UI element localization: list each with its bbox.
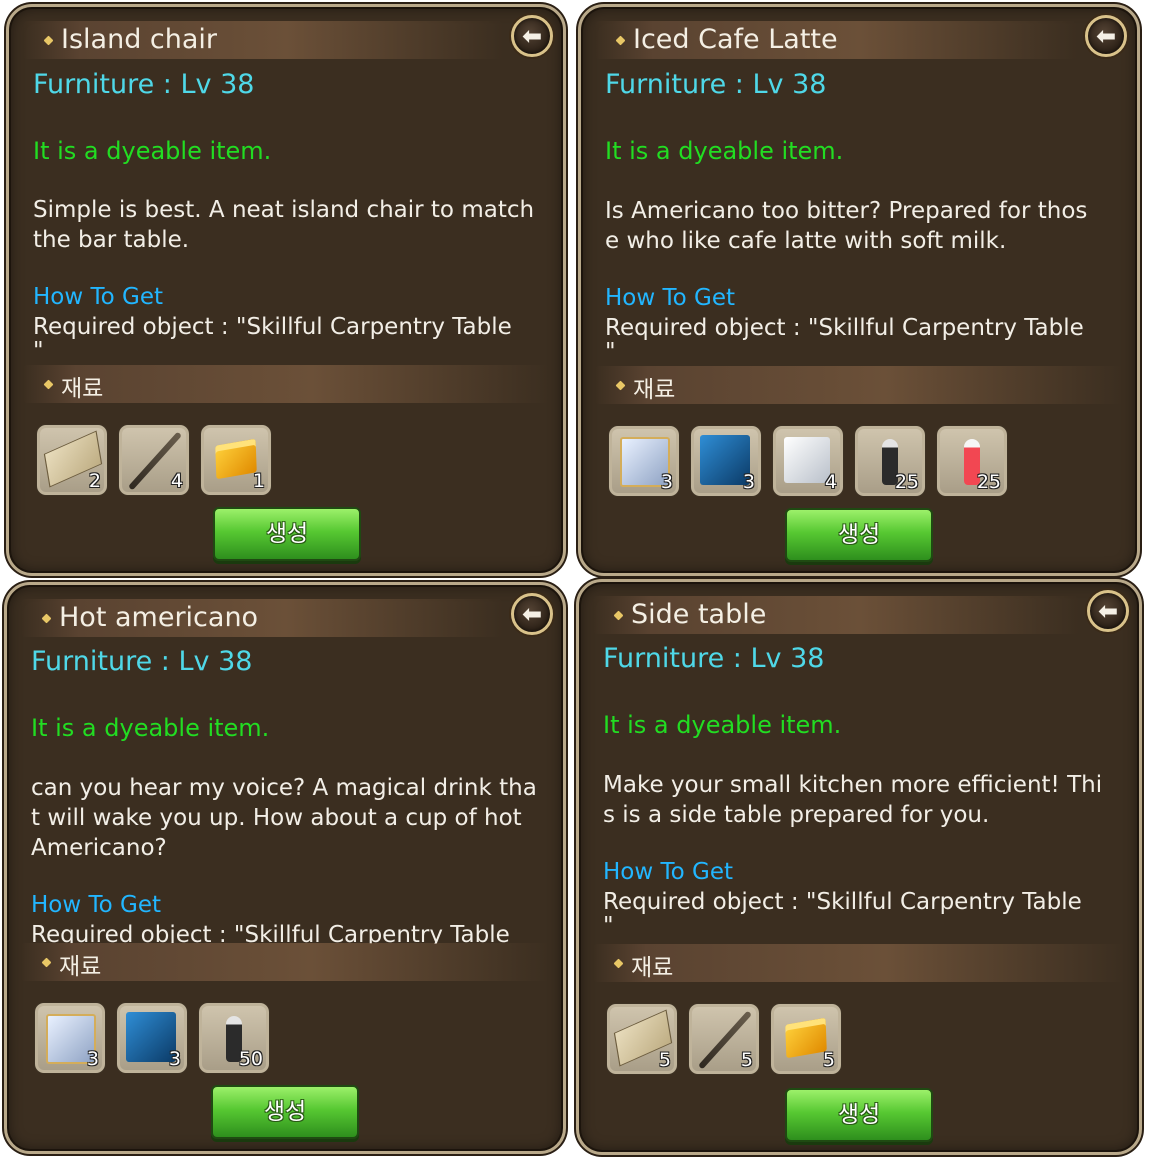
- item-description: Make your small kitchen more efficient! …: [603, 772, 1103, 828]
- item-description: Is Americano too bitter? Prepared for th…: [605, 198, 1088, 254]
- item-title: Hot americano: [59, 602, 259, 633]
- materials-list: 5 5 5: [607, 1004, 841, 1074]
- material-slot[interactable]: 25: [937, 426, 1007, 496]
- bullet-icon: [41, 957, 52, 968]
- material-slot[interactable]: 5: [689, 1004, 759, 1074]
- material-quantity: 3: [86, 1048, 99, 1070]
- bullet-icon: [43, 35, 54, 46]
- material-quantity: 3: [168, 1048, 181, 1070]
- material-quantity: 3: [742, 471, 755, 493]
- item-panel-side-table: Side table ⬅ Furniture : Lv 38 It is a d…: [576, 579, 1142, 1155]
- material-slot[interactable]: 3: [609, 426, 679, 496]
- gold-cube-icon: [785, 1017, 827, 1059]
- back-arrow-icon: ⬅: [1095, 22, 1117, 50]
- item-title: Side table: [631, 599, 767, 630]
- title-bar: Side table: [593, 596, 1079, 634]
- item-description: Simple is best. A neat island chair to m…: [33, 197, 535, 253]
- item-title: Iced Cafe Latte: [633, 24, 838, 55]
- materials-label: 재료: [633, 377, 676, 403]
- how-to-get-heading: How To Get: [33, 284, 164, 310]
- dyeable-note: It is a dyeable item.: [31, 714, 270, 742]
- material-quantity: 4: [170, 470, 183, 492]
- bullet-icon: [615, 35, 626, 46]
- title-bar: Hot americano: [21, 599, 503, 637]
- bullet-icon: [613, 610, 624, 621]
- materials-list: 2 4 1: [37, 425, 271, 495]
- dyeable-note: It is a dyeable item.: [603, 711, 842, 739]
- white-cube-icon: [784, 437, 830, 483]
- how-to-get-text: Required object : "Skillful Carpentry Ta…: [31, 923, 510, 944]
- material-slot[interactable]: 2: [37, 425, 107, 495]
- how-to-get-text: Required object : "Skillful Carpentry Ta…: [605, 316, 1084, 364]
- bullet-icon: [43, 379, 54, 390]
- materials-bar: 재료: [595, 366, 1123, 404]
- back-arrow-icon: ⬅: [521, 22, 543, 50]
- material-quantity: 5: [740, 1049, 753, 1071]
- back-button[interactable]: ⬅: [511, 593, 553, 635]
- material-slot[interactable]: 3: [117, 1003, 187, 1073]
- materials-bar: 재료: [23, 365, 549, 403]
- material-quantity: 5: [822, 1049, 835, 1071]
- material-quantity: 25: [894, 471, 919, 493]
- material-quantity: 25: [976, 471, 1001, 493]
- how-to-get-heading: How To Get: [31, 892, 162, 918]
- item-category-level: Furniture : Lv 38: [31, 646, 253, 677]
- material-slot[interactable]: 50: [199, 1003, 269, 1073]
- materials-label: 재료: [61, 376, 104, 402]
- create-button[interactable]: 생성: [785, 508, 933, 562]
- materials-label: 재료: [631, 955, 674, 981]
- back-button[interactable]: ⬅: [1085, 15, 1127, 57]
- dyeable-note: It is a dyeable item.: [605, 137, 844, 165]
- create-button[interactable]: 생성: [785, 1088, 933, 1142]
- item-category-level: Furniture : Lv 38: [603, 643, 825, 674]
- how-to-get-heading: How To Get: [605, 285, 736, 311]
- item-category-level: Furniture : Lv 38: [33, 69, 255, 100]
- material-quantity: 50: [238, 1048, 263, 1070]
- back-arrow-icon: ⬅: [521, 600, 543, 628]
- material-quantity: 2: [88, 470, 101, 492]
- item-panel-island-chair: Island chair ⬅ Furniture : Lv 38 It is a…: [6, 4, 566, 576]
- materials-bar: 재료: [21, 943, 549, 981]
- material-quantity: 1: [252, 470, 265, 492]
- material-slot[interactable]: 1: [201, 425, 271, 495]
- material-slot[interactable]: 4: [773, 426, 843, 496]
- materials-list: 3 3 50: [35, 1003, 269, 1073]
- materials-label: 재료: [59, 954, 102, 980]
- create-button[interactable]: 생성: [213, 507, 361, 561]
- item-panel-iced-cafe-latte: Iced Cafe Latte ⬅ Furniture : Lv 38 It i…: [578, 4, 1140, 576]
- material-quantity: 3: [660, 471, 673, 493]
- dyeable-note: It is a dyeable item.: [33, 137, 272, 165]
- bullet-icon: [613, 958, 624, 969]
- back-button[interactable]: ⬅: [1087, 590, 1129, 632]
- material-slot[interactable]: 4: [119, 425, 189, 495]
- how-to-get-text: Required object : "Skillful Carpentry Ta…: [603, 890, 1082, 938]
- item-panel-hot-americano: Hot americano ⬅ Furniture : Lv 38 It is …: [4, 582, 566, 1154]
- back-arrow-icon: ⬅: [1097, 597, 1119, 625]
- material-slot[interactable]: 3: [35, 1003, 105, 1073]
- title-bar: Iced Cafe Latte: [595, 21, 1077, 59]
- material-slot[interactable]: 25: [855, 426, 925, 496]
- material-quantity: 4: [824, 471, 837, 493]
- materials-list: 3 3 4 25 25: [609, 426, 1007, 496]
- material-slot[interactable]: 5: [607, 1004, 677, 1074]
- how-to-get-heading: How To Get: [603, 859, 734, 885]
- bullet-icon: [615, 380, 626, 391]
- material-slot[interactable]: 5: [771, 1004, 841, 1074]
- item-category-level: Furniture : Lv 38: [605, 69, 827, 100]
- title-bar: Island chair: [23, 21, 503, 59]
- materials-bar: 재료: [593, 944, 1125, 982]
- back-button[interactable]: ⬅: [511, 15, 553, 57]
- create-button[interactable]: 생성: [211, 1085, 359, 1139]
- item-description: can you hear my voice? A magical drink t…: [31, 775, 537, 861]
- bullet-icon: [41, 613, 52, 624]
- gold-cube-icon: [215, 438, 257, 480]
- material-quantity: 5: [658, 1049, 671, 1071]
- how-to-get-text: Required object : "Skillful Carpentry Ta…: [33, 315, 512, 363]
- item-title: Island chair: [61, 24, 218, 55]
- material-slot[interactable]: 3: [691, 426, 761, 496]
